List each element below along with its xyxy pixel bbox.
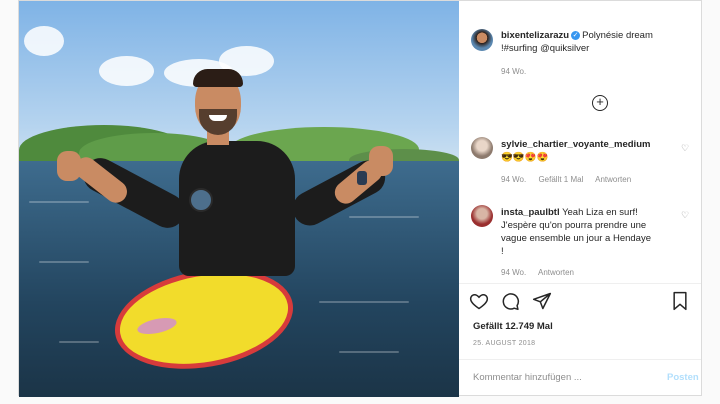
- share-icon[interactable]: [532, 291, 552, 315]
- comment-username[interactable]: insta_paulbtl: [501, 207, 560, 218]
- comment-text: !: [501, 246, 504, 257]
- comment-reply-button[interactable]: Antworten: [538, 268, 574, 277]
- comment-meta: 94 Wo. Antworten: [501, 268, 584, 277]
- comment-username[interactable]: sylvie_chartier_voyante_medium: [501, 139, 650, 150]
- photo-wave: [39, 261, 89, 263]
- author-username[interactable]: bixentelizarazu: [501, 30, 569, 41]
- photo-wave: [29, 201, 89, 203]
- post-actions: [469, 291, 693, 313]
- comment-like-heart-icon[interactable]: ♡: [681, 143, 689, 154]
- comment-text: J'espère qu'on pourra prendre une: [501, 220, 647, 231]
- load-more-icon[interactable]: +: [592, 95, 608, 111]
- comment-icon[interactable]: [500, 291, 520, 315]
- photo-wetsuit-logo: [189, 188, 213, 212]
- photo-left-hand: [57, 151, 81, 181]
- comment-like-heart-icon[interactable]: ♡: [681, 210, 689, 221]
- caption-text: Polynésie dream: [582, 30, 653, 41]
- verified-icon: ✓: [571, 30, 581, 40]
- comment: insta_paulbtl Yeah Liza en surf! J'espèr…: [501, 206, 676, 258]
- photo-wave: [349, 216, 419, 218]
- like-count[interactable]: Gefällt 12.749 Mal: [473, 321, 553, 332]
- comment-input[interactable]: Kommentar hinzufügen ...: [473, 372, 582, 383]
- post-photo[interactable]: [19, 1, 459, 397]
- photo-watch: [357, 171, 367, 185]
- photo-cloud: [99, 56, 154, 86]
- caption-time[interactable]: 94 Wo.: [501, 67, 526, 76]
- photo-cloud: [24, 26, 64, 56]
- photo-right-hand: [369, 146, 393, 176]
- divider: [459, 359, 701, 360]
- bookmark-icon[interactable]: [670, 291, 690, 315]
- commenter-avatar[interactable]: [471, 137, 493, 159]
- post-date[interactable]: 25. AUGUST 2018: [473, 340, 535, 347]
- divider: [459, 283, 701, 284]
- post-side-panel: bixentelizarazu ✓ Polynésie dream !#surfin…: [459, 1, 701, 397]
- caption-tags[interactable]: !#surfing @quiksilver: [501, 43, 589, 54]
- caption-meta: 94 Wo.: [501, 67, 536, 76]
- comment-time[interactable]: 94 Wo.: [501, 175, 526, 184]
- comment: sylvie_chartier_voyante_medium 😎😎😍😍: [501, 138, 681, 164]
- commenter-avatar[interactable]: [471, 205, 493, 227]
- photo-wave: [339, 351, 399, 353]
- comment-meta: 94 Wo. Gefällt 1 Mal Antworten: [501, 175, 641, 184]
- comment-text: 😎😎😍😍: [501, 152, 549, 163]
- photo-wave: [319, 301, 409, 303]
- caption: bixentelizarazu ✓ Polynésie dream !#surfin…: [501, 29, 691, 55]
- author-avatar[interactable]: [471, 29, 493, 51]
- instagram-post-card: bixentelizarazu ✓ Polynésie dream !#surfin…: [18, 0, 702, 397]
- comment-time[interactable]: 94 Wo.: [501, 268, 526, 277]
- heart-icon[interactable]: [469, 291, 489, 315]
- comment-reply-button[interactable]: Antworten: [595, 175, 631, 184]
- photo-wave: [59, 341, 99, 343]
- photo-hair: [193, 69, 243, 87]
- post-comment-button[interactable]: Posten: [667, 372, 699, 383]
- comment-likes[interactable]: Gefällt 1 Mal: [538, 175, 583, 184]
- comment-text: Yeah Liza en surf!: [562, 207, 638, 218]
- comment-text: vague ensemble un jour a Hendaye: [501, 233, 651, 244]
